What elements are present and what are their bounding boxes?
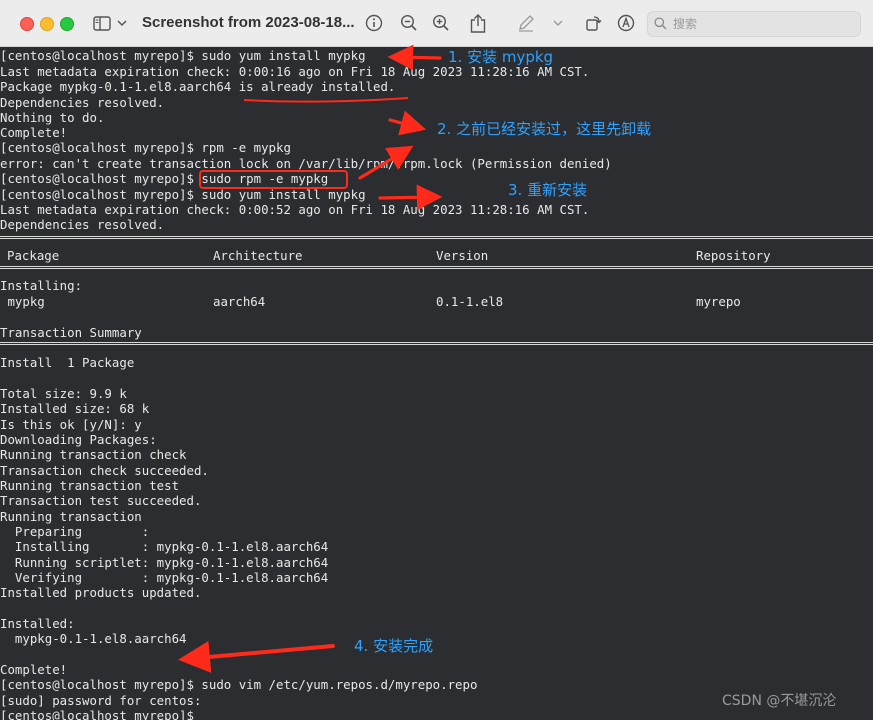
annotation-label-1: 1. 安装 mypkg [448, 48, 554, 66]
terminal-line: Dependencies resolved. [0, 217, 165, 232]
terminal-line: [centos@localhost myrepo]$ sudo yum inst… [0, 48, 366, 63]
minimize-button[interactable] [40, 17, 54, 31]
markup-pen-icon[interactable] [516, 13, 536, 33]
terminal-line: [centos@localhost myrepo]$ sudo vim /etc… [0, 677, 478, 692]
terminal-line: Complete! [0, 125, 68, 140]
installed-package: mypkg-0.1-1.el8.aarch64 [0, 631, 187, 646]
close-button[interactable] [20, 17, 34, 31]
sidebar-icon[interactable] [92, 13, 112, 33]
install-count: Install 1 Package [0, 355, 135, 370]
terminal-line: Running transaction test [0, 478, 180, 493]
column-header-repository: Repository [696, 248, 771, 263]
terminal-line: Running transaction [0, 509, 142, 524]
table-divider [0, 342, 873, 345]
terminal-line: Running transaction check [0, 447, 187, 462]
terminal-line: Preparing : [0, 524, 150, 539]
terminal-line: error: can't create transaction lock on … [0, 156, 612, 171]
terminal-line: Total size: 9.9 k [0, 386, 127, 401]
terminal-line: Last metadata expiration check: 0:00:16 … [0, 64, 590, 79]
annotation-label-4: 4. 安装完成 [354, 637, 434, 655]
terminal-line: Nothing to do. [0, 110, 105, 125]
installed-label: Installed: [0, 616, 75, 631]
terminal-line: Transaction check succeeded. [0, 463, 209, 478]
terminal-line: Is this ok [y/N]: y [0, 417, 142, 432]
zoom-button[interactable] [60, 17, 74, 31]
column-header-package: Package [7, 248, 60, 263]
search-field[interactable] [647, 11, 861, 37]
terminal-prompt[interactable]: [centos@localhost myrepo]$ [0, 708, 194, 720]
table-cell-repository: myrepo [696, 294, 741, 309]
annotation-label-3: 3. 重新安装 [508, 181, 588, 199]
terminal-line: Installed products updated. [0, 585, 202, 600]
terminal-line: Downloading Packages: [0, 432, 157, 447]
zoom-out-icon[interactable] [399, 13, 419, 33]
complete-line: Complete! [0, 662, 68, 677]
terminal-line: Running scriptlet: mypkg-0.1-1.el8.aarch… [0, 555, 329, 570]
terminal-line: [centos@localhost myrepo]$ sudo rpm -e m… [0, 171, 329, 186]
search-input[interactable] [671, 16, 855, 32]
share-icon[interactable] [468, 13, 488, 33]
table-divider [0, 266, 873, 269]
window-title: Screenshot from 2023-08-18... [142, 14, 355, 31]
column-header-version: Version [436, 248, 489, 263]
annotation-label-2: 2. 之前已经安装过，这里先卸载 [437, 120, 652, 138]
transaction-summary-label: Transaction Summary [0, 325, 142, 340]
installing-label: Installing: [0, 278, 83, 293]
table-cell-version: 0.1-1.el8 [436, 294, 504, 309]
search-icon [654, 15, 667, 34]
watermark: CSDN @不堪沉沦 [722, 693, 837, 709]
chevron-down-icon[interactable] [116, 13, 128, 33]
preview-window: Screenshot from 2023-08-18... 搜索 [centos… [0, 0, 873, 720]
rotate-icon[interactable] [584, 13, 604, 33]
terminal-line: [centos@localhost myrepo]$ sudo yum inst… [0, 187, 366, 202]
terminal-line: Verifying : mypkg-0.1-1.el8.aarch64 [0, 570, 329, 585]
terminal-line: Transaction test succeeded. [0, 493, 202, 508]
terminal-line: Installing : mypkg-0.1-1.el8.aarch64 [0, 539, 329, 554]
terminal-line: [sudo] password for centos: [0, 693, 202, 708]
table-divider [0, 236, 873, 239]
terminal-line: Dependencies resolved. [0, 95, 165, 110]
terminal-line: Package mypkg-0.1-1.el8.aarch64 is alrea… [0, 79, 396, 94]
info-icon[interactable] [364, 13, 384, 33]
table-cell-architecture: aarch64 [213, 294, 266, 309]
terminal-line: Last metadata expiration check: 0:00:52 … [0, 202, 590, 217]
markup-chevron-down-icon[interactable] [552, 13, 564, 33]
table-cell-package: mypkg [0, 294, 45, 309]
zoom-in-icon[interactable] [431, 13, 451, 33]
annotate-icon[interactable] [616, 13, 636, 33]
title-bar: Screenshot from 2023-08-18... [0, 0, 873, 47]
terminal-output: [centos@localhost myrepo]$ sudo yum inst… [0, 48, 873, 720]
terminal-line: [centos@localhost myrepo]$ rpm -e mypkg [0, 140, 291, 155]
terminal-line: Installed size: 68 k [0, 401, 150, 416]
column-header-architecture: Architecture [213, 248, 303, 263]
